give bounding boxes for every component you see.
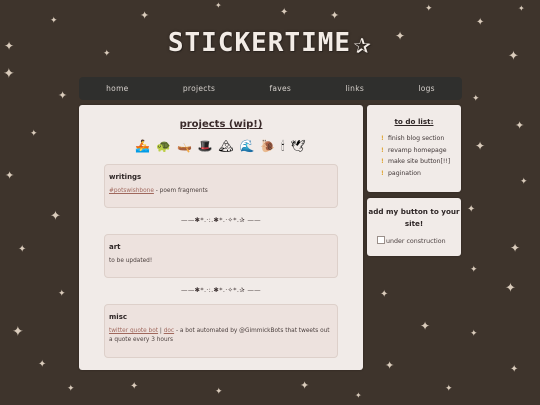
sparkle-icon: ✦	[130, 381, 139, 392]
writings-desc: - poem fragments	[153, 188, 208, 194]
sparkle-icon: ✦	[18, 244, 27, 255]
todo-item-text: finish blog section	[388, 135, 445, 142]
doc-link[interactable]: doc	[164, 328, 174, 334]
sparkle-icon: ✦	[467, 204, 476, 215]
exclamation-icon: !	[381, 158, 384, 165]
misc-card: misc twitter quote bot | doc - a bot aut…	[104, 304, 338, 358]
sparkle-icon: ✦	[58, 289, 66, 299]
site-button-panel: add my button to your site! under constr…	[367, 198, 461, 256]
sparkle-icon: ✦	[300, 379, 310, 392]
misc-text: twitter quote bot | doc - a bot automate…	[109, 327, 333, 345]
sparkle-icon: ✦	[470, 265, 478, 275]
site-button-alt: under construction	[386, 238, 446, 245]
sparkle-icon: ✦	[50, 16, 58, 26]
sparkle-icon: ✦	[420, 319, 431, 333]
todo-list: ! finish blog section ! revamp homepage ! m…	[367, 133, 461, 179]
sparkle-icon: ✦	[5, 169, 15, 182]
nav-item-logs[interactable]: logs	[418, 84, 435, 93]
rowboat-icon: 🚣	[135, 139, 152, 153]
list-item: ! finish blog section	[381, 133, 461, 145]
nav-item-links[interactable]: links	[345, 84, 364, 93]
todo-item-text: make site button[!!]	[388, 158, 451, 165]
canoe-icon: 🛶	[176, 139, 193, 153]
dove-icon: 🕊	[290, 139, 307, 153]
sparkle-icon: ✦	[38, 359, 47, 370]
projects-panel: projects (wip!) 🚣 🐢 🛶 🎩 🏔 🌊 🐌 🕯 🕊 writin…	[79, 105, 363, 370]
sparkle-icon: ✦	[520, 177, 528, 187]
nav-item-home[interactable]: home	[106, 84, 128, 93]
site-title-text: STICKERTIME	[167, 28, 352, 58]
list-item: ! pagination	[381, 168, 461, 180]
list-item: ! revamp homepage	[381, 145, 461, 157]
exclamation-icon: !	[381, 135, 384, 142]
divider-2: ——✱*.·:.✱*.·✧*.✰ ——	[181, 286, 261, 294]
sparkle-icon: ✦	[445, 384, 453, 394]
nav-item-projects[interactable]: projects	[183, 84, 215, 93]
site-button-image: under construction	[377, 236, 461, 245]
site-button-title: add my button to your site!	[368, 207, 460, 228]
site-title: STICKERTIME✰	[0, 26, 540, 61]
writings-text: #potswishbone - poem fragments	[109, 187, 333, 196]
page-title: projects (wip!)	[179, 119, 263, 130]
sparkle-icon: ✦	[475, 139, 486, 153]
star-icon: ✰	[353, 26, 373, 61]
sparkle-icon: ✦	[215, 1, 222, 10]
main-nav: home projects faves links logs	[79, 77, 462, 100]
divider-1: ——✱*.·:.✱*.·✧*.✰ ——	[181, 216, 261, 224]
sparkle-icon: ✦	[505, 281, 516, 296]
sparkle-icon: ✦	[30, 129, 38, 139]
sparkle-icon: ✦	[3, 66, 15, 82]
todo-title: to do list:	[394, 117, 434, 126]
art-card: art to be updated!	[104, 234, 338, 278]
sparkle-icon: ✦	[50, 209, 61, 224]
sparkle-icon: ✦	[510, 241, 521, 255]
broken-image-icon	[377, 236, 385, 244]
mountain-icon: 🏔	[218, 139, 235, 153]
sparkle-icon: ✦	[518, 4, 525, 13]
sparkle-icon: ✦	[515, 119, 525, 132]
sparkle-icon: ✦	[215, 387, 223, 397]
sparkle-icon: ✦	[380, 289, 389, 300]
list-item: ! make site button[!!]	[381, 156, 461, 168]
sparkle-icon: ✦	[385, 359, 395, 372]
sparkle-icon: ✦	[67, 384, 75, 394]
art-text: to be updated!	[109, 258, 153, 264]
wave-icon: 🌊	[239, 139, 256, 153]
todo-panel: to do list: ! finish blog section ! revamp…	[367, 105, 461, 192]
top-hat-icon: 🎩	[197, 139, 214, 153]
art-title: art	[109, 243, 121, 251]
sparkle-icon: ✦	[330, 9, 340, 22]
sparkle-icon: ✦	[140, 9, 150, 22]
sparkle-icon: ✦	[510, 364, 519, 375]
icon-strip: 🚣 🐢 🛶 🎩 🏔 🌊 🐌 🕯 🕊	[79, 139, 363, 154]
snail-icon: 🐌	[260, 139, 277, 153]
todo-item-text: revamp homepage	[388, 146, 447, 154]
sparkle-icon: ✦	[355, 391, 362, 400]
sparkle-icon: ✦	[280, 7, 289, 18]
exclamation-icon: !	[381, 146, 384, 154]
misc-title: misc	[109, 313, 128, 321]
writings-title: writings	[109, 173, 142, 181]
twitter-quote-bot-link[interactable]: twitter quote bot	[109, 328, 158, 334]
sparkle-icon: ✦	[425, 4, 433, 14]
sparkle-icon: ✦	[58, 89, 68, 102]
sparkle-icon: ✦	[470, 329, 478, 339]
writings-link[interactable]: #potswishbone	[109, 188, 154, 194]
todo-item-text: pagination	[388, 169, 421, 177]
writings-card: writings #potswishbone - poem fragments	[104, 164, 338, 208]
sparkle-icon: ✦	[12, 324, 24, 340]
exclamation-icon: !	[381, 169, 384, 177]
candle-icon: 🕯	[281, 139, 286, 153]
sparkle-icon: ✦	[472, 94, 480, 104]
nav-item-faves[interactable]: faves	[269, 84, 291, 93]
turtle-icon: 🐢	[156, 139, 173, 153]
